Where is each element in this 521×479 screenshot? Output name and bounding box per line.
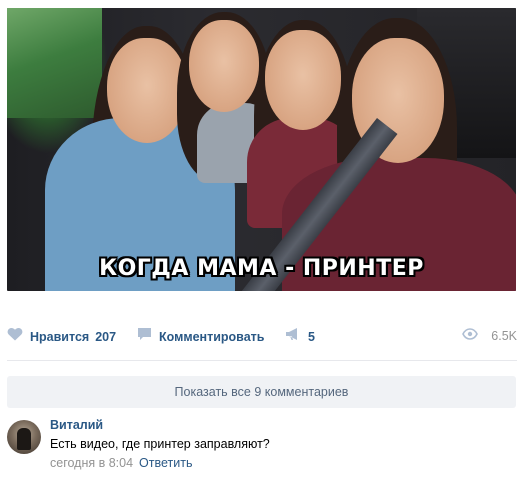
divider	[7, 360, 517, 361]
show-all-comments-button[interactable]: Показать все 9 комментариев	[7, 376, 516, 408]
megaphone-icon	[285, 327, 301, 346]
post-actions: Нравится 207 Комментировать 5 6.5K	[7, 318, 517, 354]
views-count: 6.5K	[491, 329, 517, 343]
eye-icon	[462, 327, 479, 345]
views-counter: 6.5K	[462, 327, 517, 345]
like-button[interactable]: Нравится 207	[7, 327, 116, 346]
car-window	[7, 8, 102, 118]
share-count: 5	[308, 329, 315, 344]
reply-button[interactable]: Ответить	[139, 456, 192, 470]
speech-bubble-icon	[137, 327, 152, 346]
comment-text: Есть видео, где принтер заправляют?	[50, 437, 270, 451]
image-caption: КОГДА МАМА - ПРИНТЕР	[99, 256, 424, 281]
comment-time[interactable]: сегодня в 8:04	[50, 456, 133, 470]
heart-icon	[7, 327, 23, 346]
comment-item: Виталий Есть видео, где принтер заправля…	[7, 418, 517, 474]
like-count: 207	[95, 329, 117, 344]
comment-button[interactable]: Комментировать	[137, 327, 264, 346]
comment-meta: сегодня в 8:04 Ответить	[50, 456, 192, 470]
comment-author[interactable]: Виталий	[50, 418, 103, 432]
like-label: Нравится	[30, 329, 90, 344]
avatar[interactable]	[7, 420, 41, 454]
share-button[interactable]: 5	[285, 327, 315, 346]
post-image[interactable]: КОГДА МАМА - ПРИНТЕР	[7, 8, 516, 291]
comment-label: Комментировать	[159, 329, 265, 344]
